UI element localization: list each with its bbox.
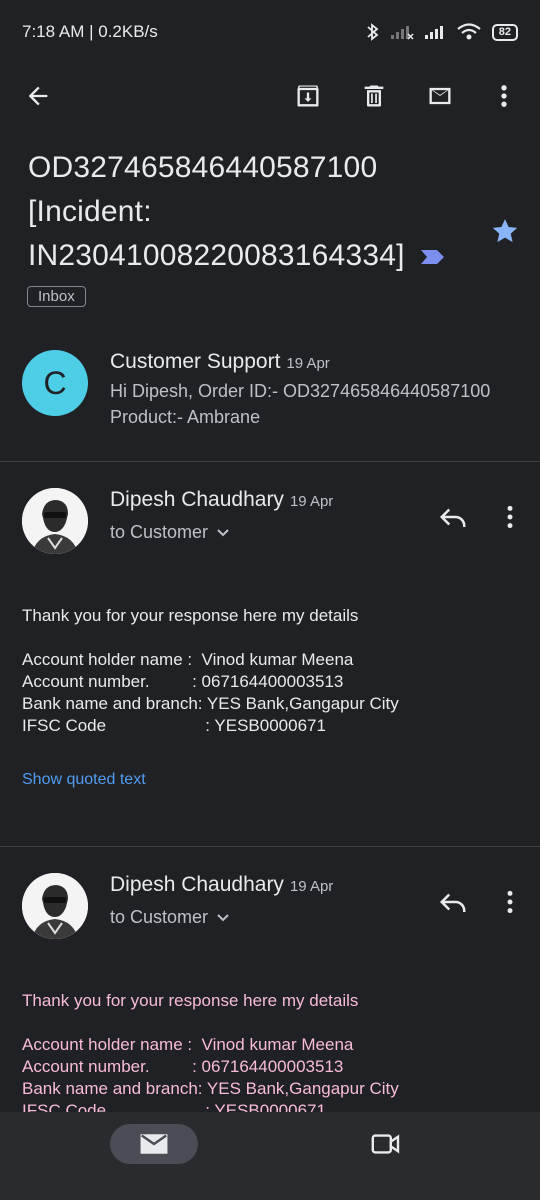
sender-line: Dipesh Chaudhary 19 Apr [110,873,333,897]
chevron-down-icon [217,913,229,921]
message-collapsed[interactable]: C Customer Support 19 Apr Hi Dipesh, Orde… [0,330,540,462]
avatar: C [22,350,88,416]
wifi-icon [457,23,481,40]
reply-icon[interactable] [436,500,470,534]
message-date: 19 Apr [289,493,334,510]
user-photo-icon [22,873,88,939]
reply-icon[interactable] [436,885,470,919]
status-icons: 82 [366,22,518,42]
sender-line: Customer Support 19 Apr [110,350,330,374]
mail-icon[interactable] [110,1124,198,1164]
more-vert-icon[interactable] [496,885,524,919]
sender-name: Customer Support [110,350,281,373]
recipient-text: to Customer [110,522,209,542]
status-time: 7:18 AM | 0.2KB/s [22,22,158,41]
mark-unread-icon[interactable] [422,78,458,114]
message-body-details: Account holder name : Vinod kumar Meena … [22,1035,399,1120]
important-marker-icon[interactable] [419,248,445,266]
recipient-text: to Customer [110,907,209,927]
email-toolbar [0,64,540,128]
status-bar: 7:18 AM | 0.2KB/s 82 [0,0,540,64]
message-body-details: Account holder name : Vinod kumar Meena … [22,650,399,735]
recipient-line[interactable]: to Customer [110,522,230,543]
sender-name: Dipesh Chaudhary [110,488,284,511]
message-date: 19 Apr [286,355,330,372]
archive-icon[interactable] [290,78,326,114]
show-quoted-text-link[interactable]: Show quoted text [22,771,146,789]
star-icon[interactable] [490,216,520,251]
email-subject: OD327465846440587100 [Incident: IN230410… [28,146,468,278]
sender-line: Dipesh Chaudhary 19 Apr [110,488,333,512]
avatar[interactable] [22,488,88,554]
more-vert-icon[interactable] [496,500,524,534]
more-vert-icon[interactable] [486,78,522,114]
inbox-label-chip[interactable]: Inbox [27,286,86,307]
chevron-down-icon [217,528,229,536]
bottom-navigation [0,1112,540,1200]
signal-icon [424,26,443,39]
delete-icon[interactable] [356,78,392,114]
message-snippet: Hi Dipesh, Order ID:- OD3274658464405871… [110,381,491,427]
video-icon[interactable] [366,1128,406,1160]
message-body-intro: Thank you for your response here my deta… [22,606,359,625]
recipient-line[interactable]: to Customer [110,907,230,928]
subject-text: OD327465846440587100 [Incident: IN230410… [28,151,405,272]
message-date: 19 Apr [289,878,334,895]
signal-weak-icon [390,26,414,40]
message-body-intro: Thank you for your response here my deta… [22,991,359,1010]
battery-indicator: 82 [491,23,518,41]
back-arrow-icon[interactable] [20,78,56,114]
avatar[interactable] [22,873,88,939]
message-divider [0,846,540,847]
sender-name: Dipesh Chaudhary [110,873,284,896]
user-photo-icon [22,488,88,554]
bluetooth-icon [367,23,379,41]
